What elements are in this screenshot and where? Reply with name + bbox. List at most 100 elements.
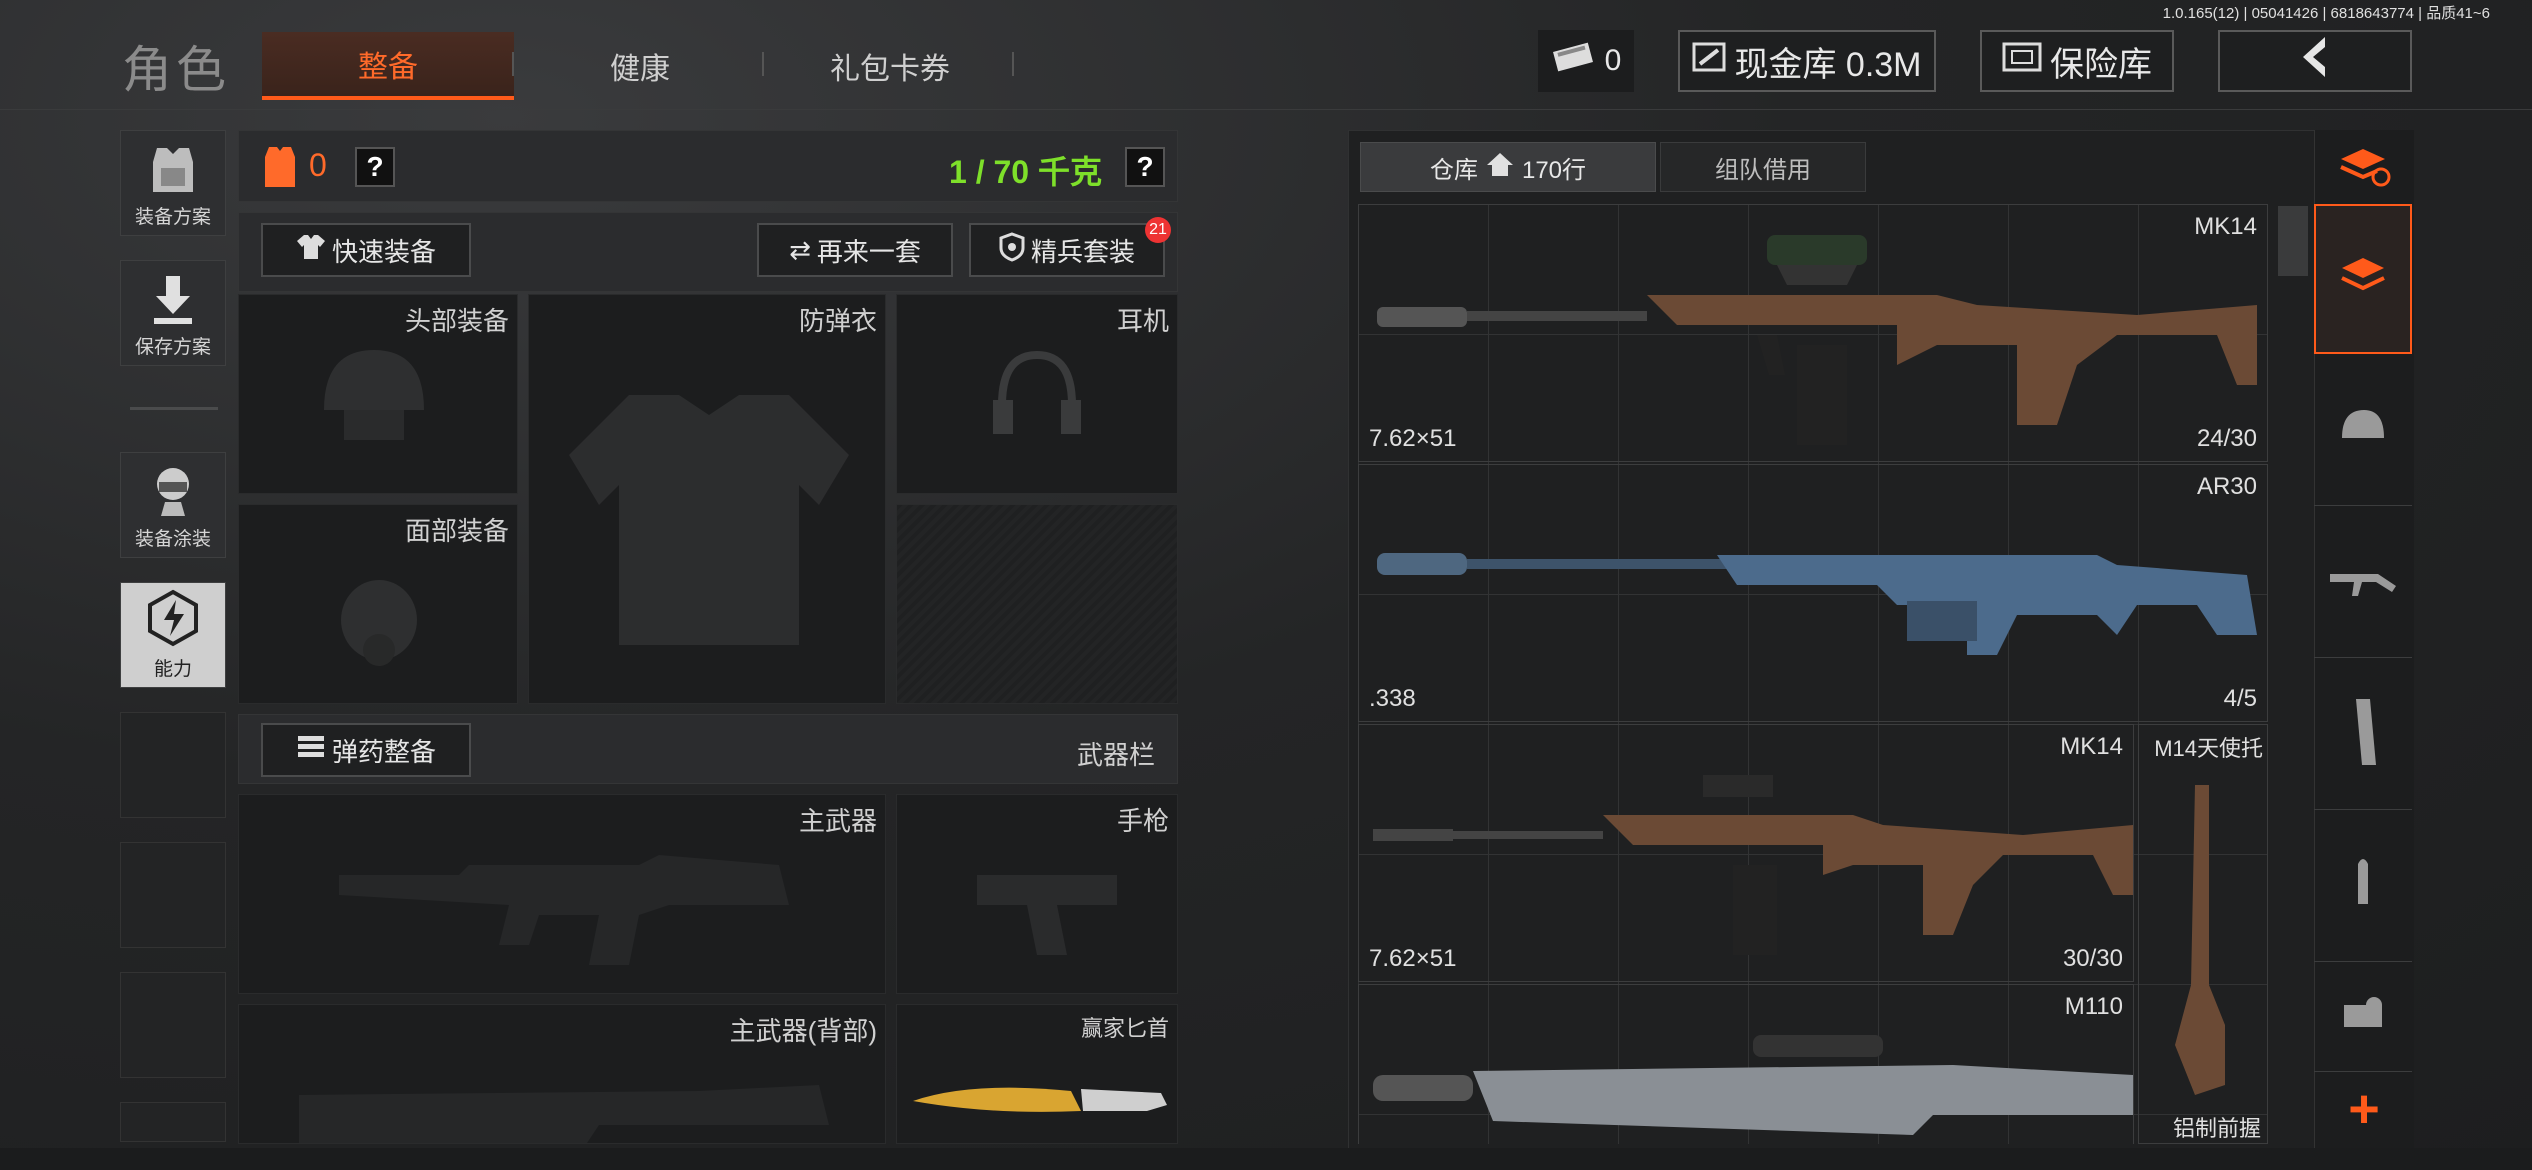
armor-icon — [261, 143, 299, 196]
warehouse-item[interactable]: MK14 7.62×51 30/30 — [1358, 724, 2134, 982]
vest-icon — [143, 142, 203, 202]
page-title: 角色 — [122, 42, 230, 98]
head-slot[interactable]: 头部装备 — [238, 294, 518, 494]
locked-slot — [896, 504, 1178, 704]
category-ammo[interactable] — [2314, 812, 2412, 962]
ammo-icon — [296, 734, 326, 767]
status-bar: 0 ? 1 / 70 千克 ? — [238, 130, 1178, 202]
quick-equip-label: 快速装备 — [331, 236, 436, 267]
mk14-rifle-icon — [1373, 755, 2133, 960]
refresh-icon: ⇄ — [789, 234, 811, 265]
bullet-icon — [2348, 854, 2378, 919]
warehouse-rows: 170行 — [1521, 156, 1587, 184]
warehouse-item[interactable]: MK14 7.62×51 24/30 — [1358, 204, 2268, 462]
weight-value: 1 / 70 千克 — [949, 154, 1102, 190]
tab-health[interactable]: 健康 — [520, 32, 760, 100]
stock-icon — [2165, 785, 2235, 1110]
ammo-bar: 弹药整备 武器栏 — [238, 714, 1178, 784]
rifle-silhouette-icon — [339, 835, 799, 980]
tab-equip[interactable]: 整备 — [262, 32, 514, 100]
warehouse-item[interactable]: M14天使托 铝制前握 — [2138, 724, 2268, 1144]
again-set-label: 再来一套 — [816, 236, 921, 267]
home-icon — [1486, 151, 1514, 184]
category-attachment[interactable] — [2314, 964, 2412, 1072]
empty-slot — [120, 1102, 226, 1142]
equipment-plan-button[interactable]: 装备方案 — [120, 130, 226, 236]
menu-divider — [130, 407, 218, 410]
tab-divider — [1012, 52, 1014, 76]
elite-set-label: 精兵套装 — [1030, 236, 1135, 267]
primary-back-label: 主武器(背部) — [729, 1016, 877, 1046]
insurance-label: 保险库 — [2050, 45, 2152, 84]
tab-divider — [762, 52, 764, 76]
ear-slot[interactable]: 耳机 — [896, 294, 1178, 494]
pistol-slot[interactable]: 手枪 — [896, 794, 1178, 994]
save-plan-label: 保存方案 — [134, 337, 211, 358]
equipment-paint-button[interactable]: 装备涂装 — [120, 452, 226, 558]
quick-equip-button[interactable]: 快速装备 — [261, 223, 471, 277]
elite-set-button[interactable]: 精兵套装 — [969, 223, 1165, 277]
category-magazine[interactable] — [2314, 660, 2412, 810]
add-category-button[interactable]: + — [2318, 1074, 2410, 1144]
ability-icon — [144, 588, 202, 654]
shield-icon — [999, 231, 1025, 269]
pistol-silhouette-icon — [967, 855, 1127, 970]
back-button[interactable] — [2218, 30, 2412, 92]
ability-button[interactable]: 能力 — [120, 582, 226, 688]
helmet-icon — [314, 340, 434, 455]
rifle-category-icon — [2328, 560, 2398, 605]
insurance-vault-button[interactable]: 保险库 — [1980, 30, 2174, 92]
face-slot[interactable]: 面部装备 — [238, 504, 518, 704]
ar30-rifle-icon — [1377, 525, 2257, 690]
cash-vault-button[interactable]: 现金库 0.3M — [1678, 30, 1936, 92]
tab-gift-coupons[interactable]: 礼包卡券 — [770, 32, 1010, 100]
armor-value: 0 — [309, 147, 327, 183]
warehouse-item[interactable]: AR30 .338 4/5 — [1358, 464, 2268, 722]
ammo-equip-button[interactable]: 弹药整备 — [261, 723, 471, 777]
head-slot-label: 头部装备 — [404, 306, 509, 336]
download-icon — [148, 274, 198, 332]
armor-help-icon[interactable]: ? — [355, 147, 395, 187]
vest-slot[interactable]: 防弹衣 — [528, 294, 886, 704]
knife-slot-label: 赢家匕首 — [1080, 1016, 1169, 1041]
cash-vault-label: 现金库 0.3M — [1734, 45, 1922, 84]
category-all[interactable] — [2314, 204, 2412, 354]
primary-weapon-slot[interactable]: 主武器 — [238, 794, 886, 994]
shirt-icon — [296, 233, 326, 268]
tab-divider — [512, 52, 514, 76]
action-bar: 快速装备 ⇄ 再来一套 精兵套装 21 — [238, 212, 1178, 292]
ticket-currency[interactable]: 0 — [1538, 30, 1634, 92]
warehouse-scrollbar[interactable] — [2278, 206, 2308, 276]
face-slot-label: 面部装备 — [404, 516, 509, 546]
knife-icon — [911, 1075, 1171, 1130]
gas-mask-icon — [329, 575, 429, 680]
primary-weapon-label: 主武器 — [798, 806, 877, 836]
category-helmet[interactable] — [2314, 356, 2412, 506]
warehouse-item[interactable]: M110 — [1358, 984, 2134, 1144]
elite-set-badge: 21 — [1145, 217, 1171, 243]
warehouse-tab-label: 仓库 — [1429, 156, 1478, 184]
helmet-category-icon — [2338, 406, 2388, 455]
layers-icon — [2338, 252, 2388, 307]
empty-slot — [120, 712, 226, 818]
rifle-back-silhouette-icon — [299, 1065, 839, 1143]
pistol-slot-label: 手枪 — [1116, 806, 1169, 836]
vest-slot-label: 防弹衣 — [798, 306, 877, 336]
again-set-button[interactable]: ⇄ 再来一套 — [757, 223, 953, 277]
tab-warehouse[interactable]: 仓库 170行 — [1360, 142, 1656, 192]
item-bottom-label: 铝制前握 — [2172, 1116, 2261, 1141]
primary-back-slot[interactable]: 主武器(背部) — [238, 1004, 886, 1144]
scope-icon — [2338, 995, 2388, 1040]
knife-slot[interactable]: 赢家匕首 — [896, 1004, 1178, 1144]
save-plan-button[interactable]: 保存方案 — [120, 260, 226, 366]
item-name: M14天使托 — [2154, 736, 2263, 761]
weight-help-icon[interactable]: ? — [1125, 147, 1165, 187]
paint-icon — [145, 462, 201, 524]
mk14-rifle-icon — [1377, 225, 2257, 450]
top-bar: 角色 整备 健康 礼包卡券 1.0.165(12) | 05041426 | 6… — [0, 0, 2532, 110]
sort-button[interactable] — [2318, 134, 2410, 204]
tab-team-borrow[interactable]: 组队借用 — [1660, 142, 1866, 192]
magazine-icon — [2348, 697, 2378, 772]
category-rifle[interactable] — [2314, 508, 2412, 658]
item-name: AR30 — [2196, 473, 2257, 500]
